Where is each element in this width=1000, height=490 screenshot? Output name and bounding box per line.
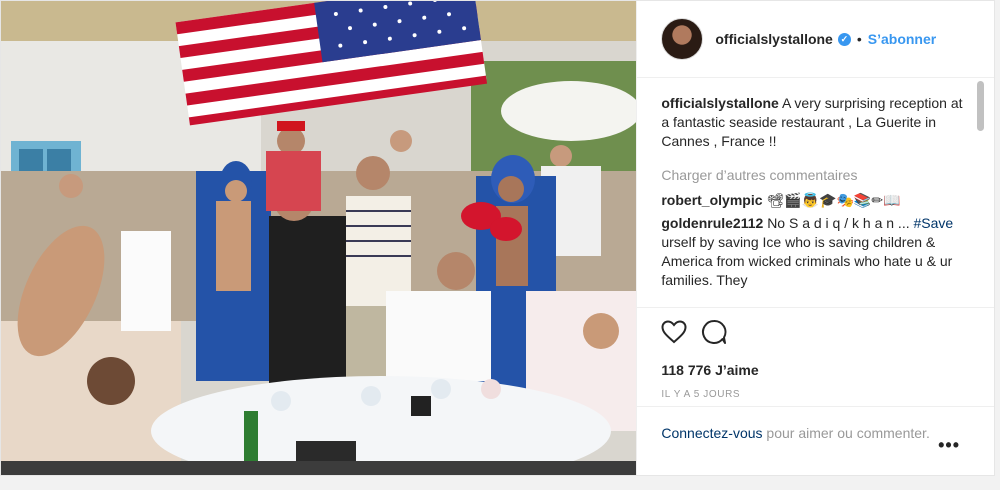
comment-username[interactable]: robert_olympic: [661, 192, 762, 208]
post-image: [1, 1, 637, 475]
caption-username[interactable]: officialslystallone: [661, 95, 778, 111]
comment-item: robert_olympic 📽🎬👼🎓🎭📚✏📖: [661, 191, 971, 210]
login-link[interactable]: Connectez-vous: [661, 425, 762, 441]
comment-username[interactable]: goldenrule2112: [661, 215, 763, 231]
post-timestamp[interactable]: IL Y A 5 JOURS: [661, 389, 970, 400]
comment-bubble-icon[interactable]: [701, 319, 727, 350]
post-header: officialslystallone ✓ • S’abonner: [637, 1, 994, 78]
verified-badge-icon: ✓: [837, 32, 851, 46]
post-side-panel: officialslystallone ✓ • S’abonner offici…: [637, 1, 994, 475]
login-prompt: Connectez-vous pour aimer ou commenter. …: [637, 406, 994, 475]
header-username[interactable]: officialslystallone: [715, 31, 832, 47]
follow-button[interactable]: S’abonner: [868, 31, 936, 47]
comment-text: No S a d i q / k h a n ...: [767, 215, 910, 231]
post-photo[interactable]: [1, 1, 638, 475]
comments-list: officialslystallone A very surprising re…: [661, 94, 971, 307]
more-options-button[interactable]: •••: [938, 435, 960, 455]
comment-text-continued: urself by saving Ice who is saving child…: [661, 234, 953, 288]
like-count[interactable]: 118 776 J’aime: [661, 362, 970, 378]
post-actions: 118 776 J’aime IL Y A 5 JOURS: [637, 307, 994, 400]
comments-scrollbar[interactable]: [977, 81, 984, 131]
avatar[interactable]: [661, 18, 704, 60]
load-more-comments-button[interactable]: Charger d’autres commentaires: [661, 166, 971, 185]
comment-hashtag[interactable]: #Save: [913, 215, 953, 231]
caption: officialslystallone A very surprising re…: [661, 94, 971, 151]
header-separator: •: [856, 31, 862, 47]
instagram-post: officialslystallone ✓ • S’abonner offici…: [0, 0, 995, 476]
comment-text: 📽🎬👼🎓🎭📚✏📖: [766, 192, 901, 208]
login-prompt-text: pour aimer ou commenter.: [762, 425, 930, 441]
action-icons: [661, 318, 970, 350]
comment-item: goldenrule2112 No S a d i q / k h a n ..…: [661, 214, 971, 290]
heart-icon[interactable]: [661, 319, 687, 349]
